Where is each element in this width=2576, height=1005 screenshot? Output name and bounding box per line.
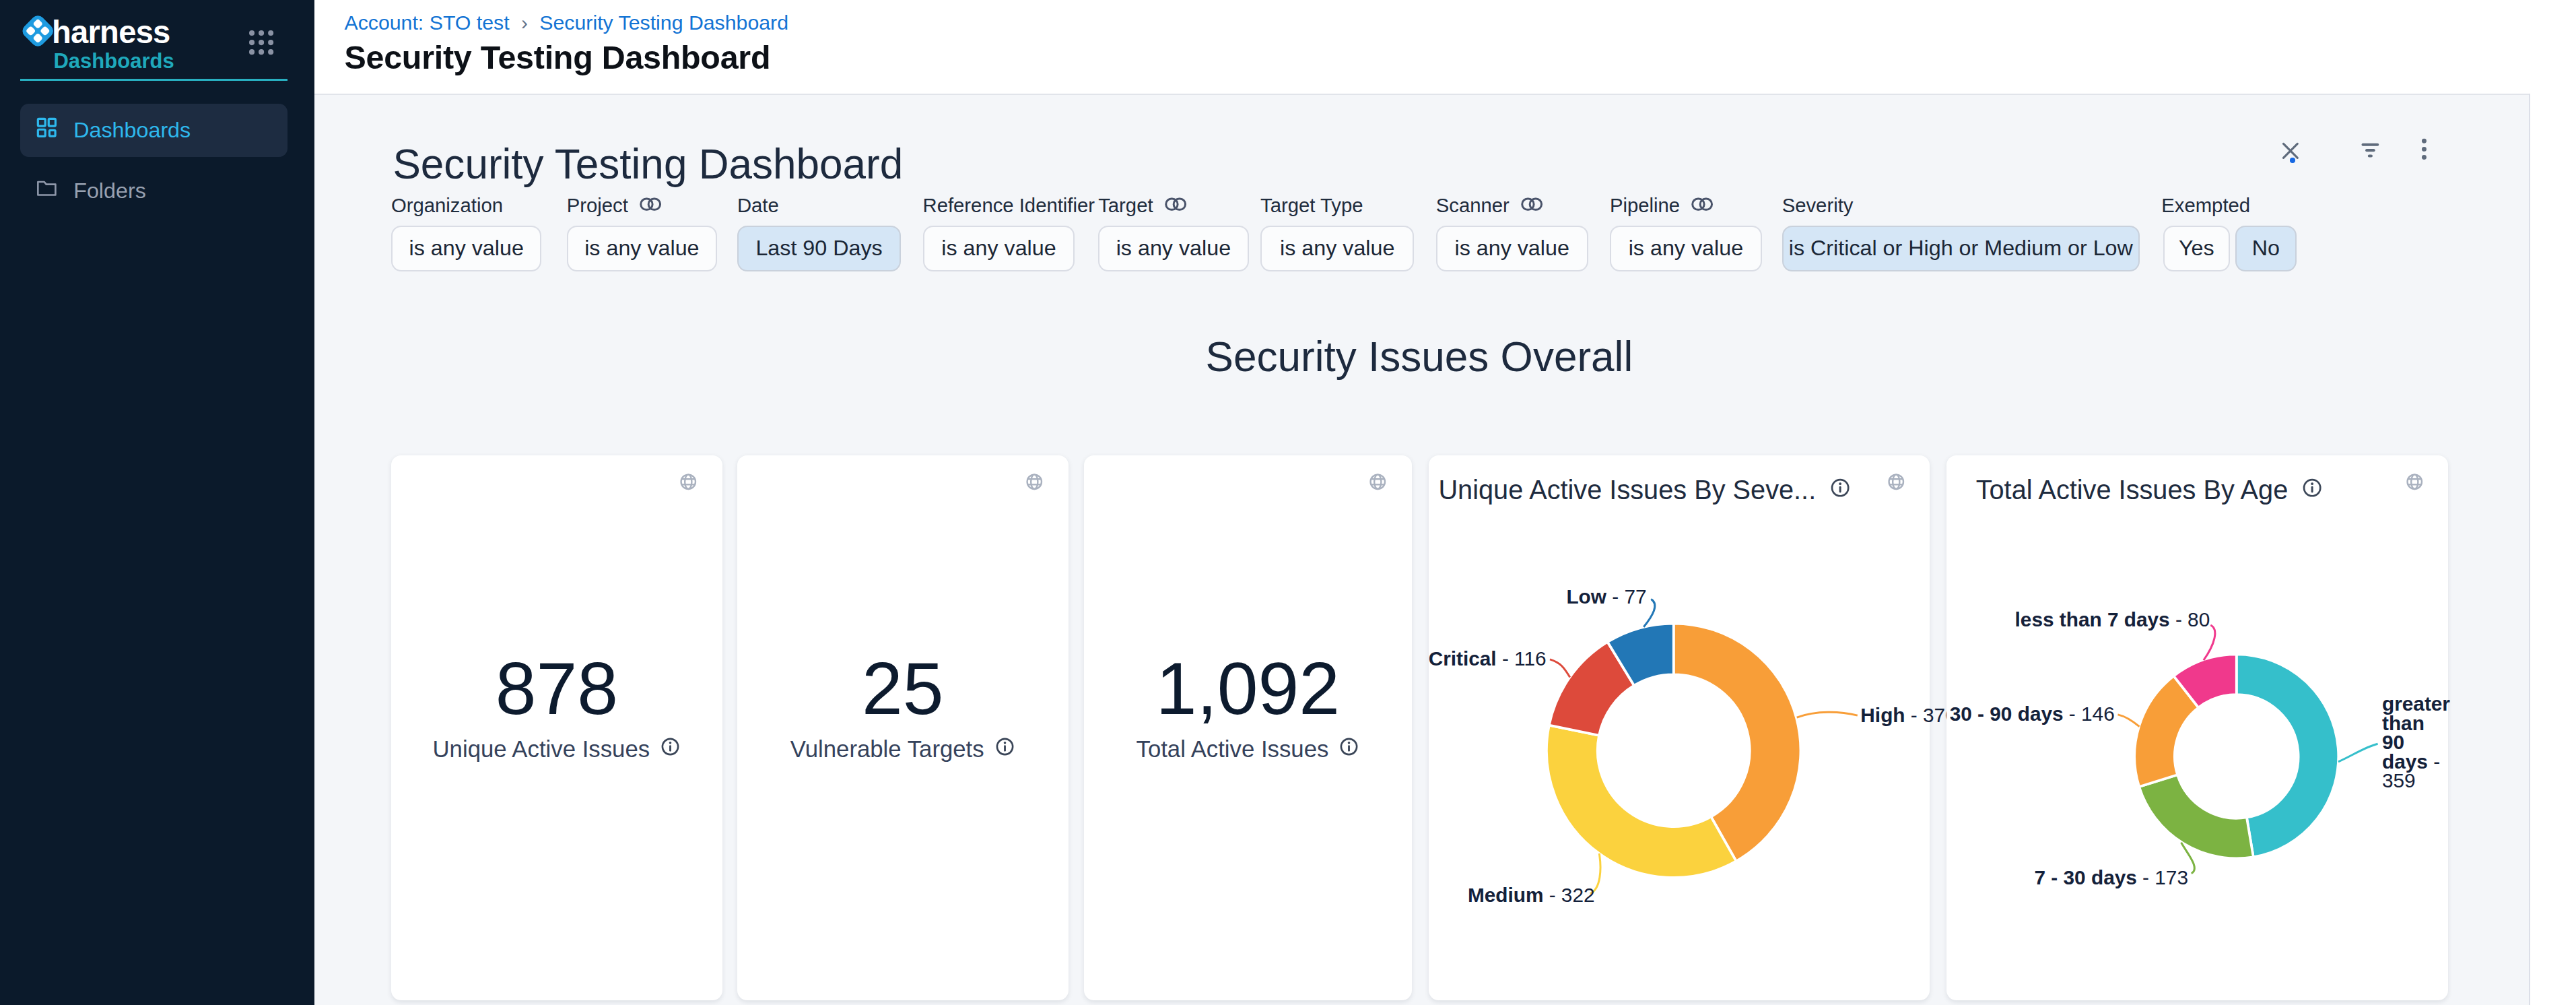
stat-label: Total Active Issues	[1084, 736, 1412, 763]
globe-icon[interactable]	[1025, 467, 1044, 497]
dashboards-icon	[35, 116, 59, 145]
harness-logo-icon[interactable]	[22, 15, 53, 46]
filter-label: Target	[1098, 194, 1186, 217]
filter-value-date[interactable]: Last 90 Days	[737, 226, 901, 271]
sidebar-divider	[20, 79, 287, 82]
breadcrumb-dashboard[interactable]: Security Testing Dashboard	[539, 11, 788, 34]
card-total-active-issues: 1,092 Total Active Issues	[1084, 455, 1412, 1000]
donut-label-30-90-days: 30 - 90 days - 146	[1950, 703, 2115, 725]
filter-label: Organization	[391, 194, 503, 217]
leader-line	[1796, 712, 1857, 717]
cursor-dot	[2290, 158, 2295, 162]
link-icon	[1165, 194, 1186, 217]
donut-label-7-30-days: 7 - 30 days - 173	[2035, 867, 2188, 888]
folder-icon	[35, 176, 59, 205]
card-unique-active-issues-by-severity: Unique Active Issues By Seve... High - 3…	[1429, 455, 1930, 1000]
sidebar: harness Dashboards Dashboards	[0, 0, 314, 1005]
stat-value: 25	[737, 652, 1069, 725]
link-icon	[640, 194, 661, 217]
donut-slice-medium[interactable]	[1547, 725, 1736, 878]
globe-icon[interactable]	[679, 467, 698, 497]
filter-value-target[interactable]: is any value	[1098, 226, 1248, 271]
app-switcher-icon[interactable]	[247, 28, 275, 63]
donut-label-low: Low - 77	[1566, 586, 1646, 608]
stat-label: Vulnerable Targets	[737, 736, 1069, 763]
info-icon[interactable]	[1338, 736, 1359, 763]
globe-icon[interactable]	[1887, 467, 1906, 497]
filter-value-scanner[interactable]: is any value	[1436, 226, 1588, 271]
card-total-active-issues-by-age: Total Active Issues By Age greaterthan90…	[1946, 455, 2448, 1000]
donut-slice-greater-than-90-days[interactable]	[2237, 655, 2338, 857]
link-icon	[1521, 194, 1543, 217]
link-icon	[1691, 194, 1713, 217]
globe-icon[interactable]	[2405, 467, 2425, 497]
filter-label: Date	[737, 194, 779, 217]
filter-label: Project	[567, 194, 662, 217]
leader-line	[2118, 715, 2140, 727]
filter-value-reference-identifier[interactable]: is any value	[923, 226, 1075, 271]
harness-logo-text: harness	[52, 13, 170, 51]
filter-label: Pipeline	[1610, 194, 1714, 217]
breadcrumb: Account: STO test › Security Testing Das…	[344, 11, 788, 34]
leader-line	[2338, 744, 2378, 762]
leader-line	[1550, 659, 1570, 678]
donut-label-greater-than-90-days: greaterthan90days -359	[2382, 694, 2452, 791]
filter-value-pipeline[interactable]: is any value	[1610, 226, 1762, 271]
filter-label: Scanner	[1436, 194, 1543, 217]
module-label: Dashboards	[53, 49, 174, 73]
sidebar-item-dashboards[interactable]: Dashboards	[20, 104, 287, 157]
close-icon[interactable]	[2280, 137, 2301, 167]
stat-value: 878	[391, 652, 722, 725]
kebab-menu-icon[interactable]	[2419, 137, 2429, 167]
filter-value-organization[interactable]: is any value	[391, 226, 541, 271]
info-icon[interactable]	[994, 736, 1015, 763]
breadcrumb-account[interactable]: Account: STO test	[344, 11, 509, 34]
section-title: Security Issues Overall	[391, 333, 2447, 381]
panel-title: Security Testing Dashboard	[393, 140, 903, 188]
exempted-yes-button[interactable]: Yes	[2163, 226, 2230, 271]
sidebar-nav: Dashboards Folders	[20, 104, 287, 218]
dashboard-panel: Security Testing Dashboard Organization i…	[314, 94, 2530, 1005]
exempted-no-button[interactable]: No	[2235, 226, 2297, 271]
filter-label: Reference Identifier	[923, 194, 1095, 217]
filter-value-target-type[interactable]: is any value	[1260, 226, 1414, 271]
donut-slice-7-30-days[interactable]	[2139, 775, 2253, 858]
donut-label-high: High - 370	[1860, 705, 1956, 726]
info-icon[interactable]	[660, 736, 681, 763]
filter-label: Severity	[1782, 194, 1854, 217]
sidebar-item-label: Folders	[73, 179, 146, 203]
page-header: Account: STO test › Security Testing Das…	[314, 0, 2576, 94]
filter-value-project[interactable]: is any value	[567, 226, 717, 271]
filter-icon[interactable]	[2359, 137, 2382, 167]
donut-label-less-than-7-days: less than 7 days - 80	[2015, 609, 2210, 630]
filter-label: Exempted	[2161, 194, 2250, 217]
app-root: harness Dashboards Dashboards	[0, 0, 2576, 1005]
sidebar-item-label: Dashboards	[73, 118, 191, 143]
sidebar-item-folders[interactable]: Folders	[20, 164, 287, 217]
card-unique-active-issues: 878 Unique Active Issues	[391, 455, 722, 1000]
donut-label-medium: Medium - 322	[1468, 884, 1595, 906]
stat-value: 1,092	[1084, 652, 1412, 725]
filter-value-severity[interactable]: is Critical or High or Medium or Low	[1782, 226, 2140, 271]
donut-label-critical: Critical - 116	[1429, 648, 1547, 670]
filter-label: Target Type	[1260, 194, 1363, 217]
globe-icon[interactable]	[1368, 467, 1388, 497]
breadcrumb-chevron-icon: ›	[521, 11, 528, 34]
page-title: Security Testing Dashboard	[344, 38, 770, 76]
right-scroll-gutter	[2529, 94, 2576, 1005]
card-vulnerable-targets: 25 Vulnerable Targets	[737, 455, 1069, 1000]
stat-label: Unique Active Issues	[391, 736, 722, 763]
